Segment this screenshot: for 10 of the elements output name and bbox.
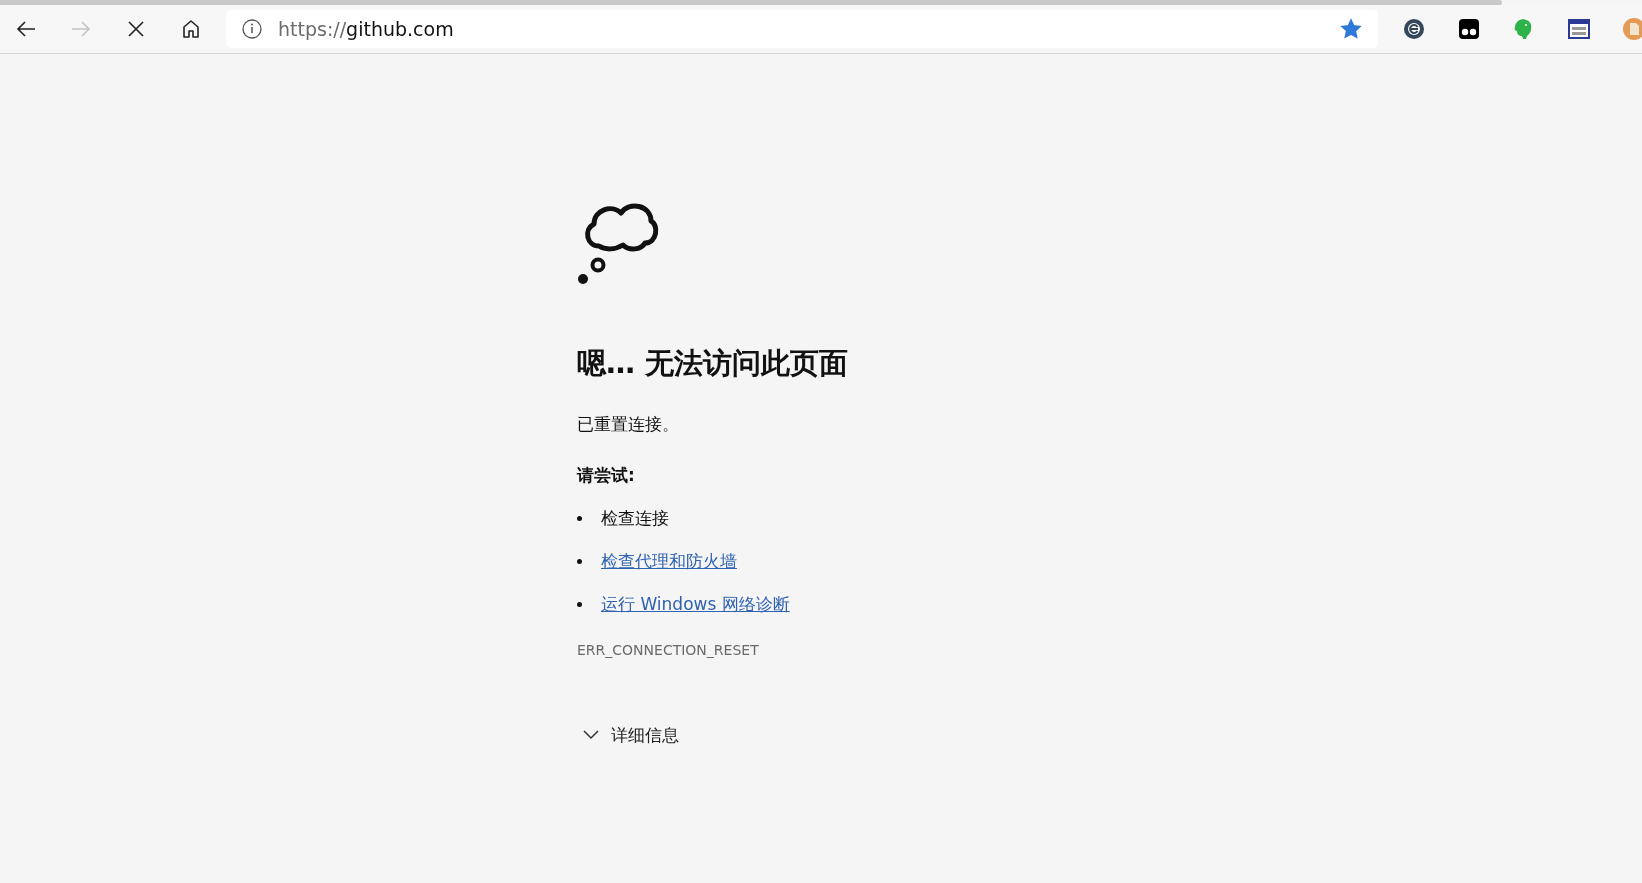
address-bar[interactable]: https://github.com — [226, 10, 1378, 48]
error-title: 嗯… 无法访问此页面 — [577, 346, 849, 381]
suggestion-link[interactable]: 检查代理和防火墙 — [601, 549, 737, 573]
url-text: https://github.com — [278, 18, 455, 40]
details-toggle[interactable]: 详细信息 — [577, 723, 679, 747]
suggestion-link[interactable]: 运行 Windows 网络诊断 — [601, 592, 790, 616]
suggestions-heading: 请尝试: — [577, 463, 635, 487]
error-code: ERR_CONNECTION_RESET — [577, 641, 759, 658]
error-message: 已重置连接。 — [577, 412, 679, 436]
suggestion-text: 检查连接 — [601, 506, 669, 530]
